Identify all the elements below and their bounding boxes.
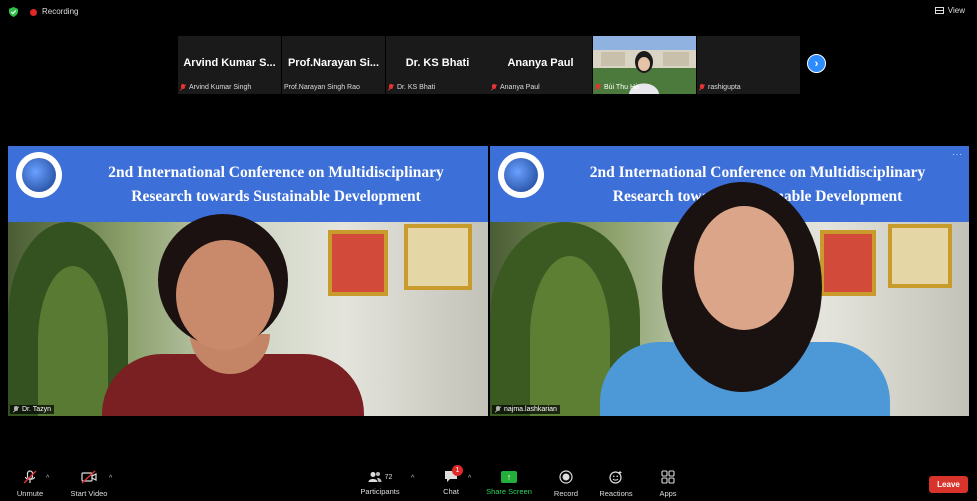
smiley-icon (609, 471, 622, 484)
recording-icon (30, 9, 37, 16)
share-screen-icon: ↑ (501, 471, 517, 483)
wall-award (328, 230, 388, 296)
start-video-label: Start Video (70, 489, 108, 498)
participant-full-name: Bùi Thu Hà (604, 84, 639, 91)
view-label: View (947, 6, 965, 15)
banner-title-line1: 2nd International Conference on Multidis… (108, 164, 444, 181)
apps-label: Apps (659, 489, 677, 498)
video-off-icon (81, 470, 97, 484)
participant-full-name: Ananya Paul (500, 84, 540, 91)
record-button[interactable]: Record (551, 470, 581, 498)
participant-name-tag: Dr. Tazyn (10, 405, 55, 414)
participant-video-thumbnail[interactable]: Bùi Thu Hà (593, 36, 696, 94)
plant (530, 256, 610, 416)
record-icon (559, 470, 573, 484)
mic-muted-icon (23, 470, 37, 484)
participants-icon (368, 472, 382, 482)
participant-name: najma.lashkarian (504, 406, 557, 413)
more-options-icon[interactable]: ··· (952, 150, 963, 159)
participant-tile[interactable]: Prof.Narayan Si... Prof.Narayan Singh Ra… (282, 36, 385, 94)
view-button[interactable]: View (934, 6, 965, 15)
banner-title-line2: Research towards Sustainable Development (131, 188, 421, 205)
video-tile-active-speaker[interactable]: 2nd International Conference on Multidis… (8, 146, 488, 416)
unmute-button[interactable]: Unmute (12, 470, 48, 498)
reactions-label: Reactions (599, 489, 633, 498)
person-face (176, 240, 274, 350)
leave-button[interactable]: Leave (929, 476, 968, 493)
participant-tile[interactable]: Ananya Paul Ananya Paul (489, 36, 592, 94)
room-background (490, 182, 969, 416)
participant-name: Dr. Tazyn (22, 406, 52, 413)
caret-up-icon[interactable]: ^ (411, 475, 414, 482)
wall-award (820, 230, 876, 296)
record-label: Record (553, 489, 579, 498)
meeting-top-bar: Recording View (0, 0, 977, 24)
conference-logo (16, 152, 62, 198)
room-background (8, 214, 488, 416)
person-face (694, 206, 794, 330)
conference-banner: 2nd International Conference on Multidis… (8, 146, 488, 222)
participant-name-tag: najma.lashkarian (492, 405, 560, 414)
share-screen-label: Share Screen (486, 487, 532, 496)
participant-tile[interactable]: Arvind Kumar S... Arvind Kumar Singh (178, 36, 281, 94)
start-video-button[interactable]: Start Video (66, 470, 112, 498)
conference-logo (498, 152, 544, 198)
caret-up-icon[interactable]: ^ (109, 475, 112, 482)
shield-check-icon[interactable] (9, 7, 18, 17)
reactions-button[interactable]: Reactions (596, 470, 636, 498)
wall-award (404, 224, 472, 290)
unmute-label: Unmute (16, 489, 44, 498)
apps-icon (661, 470, 675, 484)
mic-muted-icon (699, 84, 705, 91)
wall-award (888, 224, 952, 288)
apps-button[interactable]: Apps (655, 470, 681, 498)
participants-button[interactable]: 72 Participants (357, 470, 403, 496)
caret-up-icon[interactable]: ^ (46, 475, 49, 482)
participant-strip: Arvind Kumar S... Arvind Kumar Singh Pro… (178, 36, 800, 94)
participant-display-name: Prof.Narayan Si... (287, 57, 380, 69)
mic-muted-icon (491, 84, 497, 91)
participant-display-name: Ananya Paul (507, 57, 574, 69)
chat-unread-badge: 1 (452, 465, 463, 476)
mic-icon (13, 406, 19, 413)
participants-count: 72 (384, 473, 393, 481)
grid-view-icon (934, 7, 944, 14)
banner-title-line1: 2nd International Conference on Multidis… (589, 164, 926, 181)
participant-full-name: Prof.Narayan Singh Rao (284, 84, 360, 91)
participant-full-name: Arvind Kumar Singh (189, 84, 252, 91)
caret-up-icon[interactable]: ^ (468, 475, 471, 482)
next-page-button[interactable]: › (807, 54, 826, 73)
mic-muted-icon (595, 84, 601, 91)
participants-label: Participants (360, 487, 400, 496)
video-tile[interactable]: 2nd International Conference on Multidis… (490, 146, 969, 416)
share-screen-button[interactable]: ↑ Share Screen (485, 470, 533, 496)
participant-tile[interactable]: rashigupta (697, 36, 800, 94)
participant-display-name: Arvind Kumar S... (183, 57, 276, 69)
participant-full-name: Dr. KS Bhati (397, 84, 436, 91)
plant (38, 266, 108, 416)
chevron-right-icon: › (814, 57, 819, 70)
participant-display-name: Dr. KS Bhati (405, 57, 470, 69)
mic-icon (495, 406, 501, 413)
meeting-toolbar: Unmute ^ Start Video ^ 72 Participants ^… (0, 462, 977, 501)
mic-muted-icon (180, 84, 186, 91)
recording-label[interactable]: Recording (42, 7, 78, 16)
participant-tile[interactable]: Dr. KS Bhati Dr. KS Bhati (386, 36, 489, 94)
mic-muted-icon (388, 84, 394, 91)
participant-full-name: rashigupta (708, 84, 741, 91)
chat-button[interactable]: 1 Chat (438, 465, 464, 496)
chat-label: Chat (443, 487, 459, 496)
